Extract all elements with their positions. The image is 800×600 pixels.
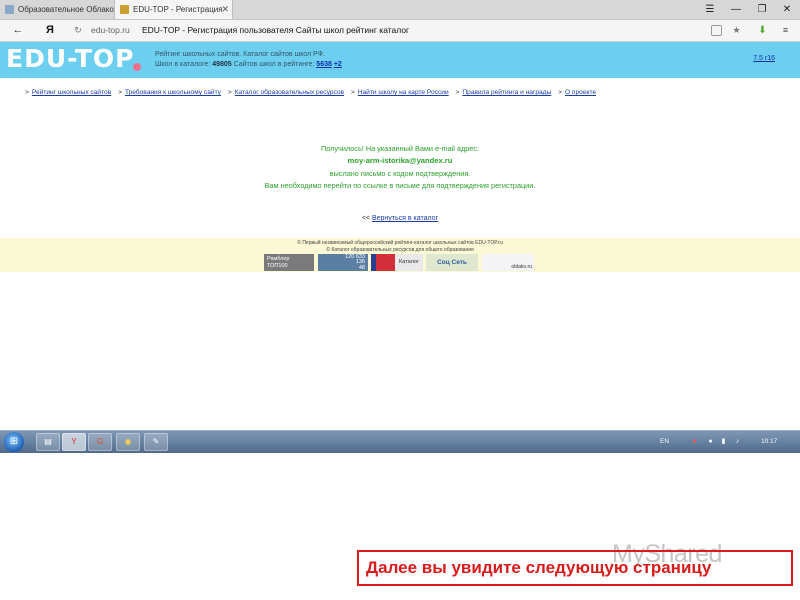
close-icon[interactable]: ✕ [774, 0, 800, 19]
yandex-browser-icon[interactable]: Y [62, 433, 86, 451]
catalog-badge[interactable]: Каталог [395, 254, 423, 271]
nav-separator: > [350, 89, 355, 96]
nav-separator: > [227, 89, 232, 96]
success-message: Получилось! На указанный Вами e-mail адр… [320, 144, 480, 153]
stats-label-rating: Сайтов школ в рейтинге: [231, 61, 317, 68]
url-title[interactable]: EDU-TOP - Регистрация пользователя Сайты… [142, 20, 409, 41]
nav-map-link[interactable]: Найти школу на карте России [358, 89, 449, 96]
header-stats: Школ в каталоге: 49805 Сайтов школ в рей… [155, 61, 342, 68]
reader-mode-icon[interactable] [711, 25, 722, 36]
footer-catalog-note: © Каталог образовательных ресурсов для о… [326, 247, 474, 253]
schools-in-catalog: 49805 [212, 61, 232, 68]
address-bar: ← Я ↻ edu-top.ru EDU-TOP - Регистрация п… [0, 20, 800, 42]
clock[interactable]: 10:17 [761, 431, 777, 453]
refresh-icon[interactable]: ↻ [68, 20, 88, 41]
oblako-badge[interactable]: oblako.ru [482, 254, 534, 271]
instruction-message: Вам необходимо перейти по ссылке в письм… [264, 181, 536, 190]
nav-separator: > [25, 89, 29, 96]
media-icon[interactable]: ◉ [116, 433, 140, 451]
restore-icon[interactable]: ❐ [749, 0, 775, 19]
tab-edu-top[interactable]: EDU-TOP - Регистрация ✕ [115, 0, 233, 19]
logo-dot-icon [133, 63, 141, 71]
yandex-button[interactable]: Я [40, 20, 60, 41]
nav-separator: > [118, 89, 122, 96]
antivirus-tray-icon[interactable]: ● [690, 437, 699, 446]
menu-icon[interactable]: ≡ [780, 25, 791, 36]
download-icon[interactable]: ⬇ [757, 25, 768, 36]
red-counter-badge[interactable] [371, 254, 395, 271]
star-icon[interactable]: ★ [731, 25, 742, 36]
email-address: moy-arm-istorika@yandex.ru [347, 156, 453, 165]
liveinternet-counter-badge[interactable]: 120 633 136 48 [318, 254, 368, 271]
minimize-icon[interactable]: — [723, 0, 749, 19]
counter-online: 48 [358, 264, 365, 271]
windows-start-icon[interactable]: ⊞ [4, 432, 24, 452]
hamburger-icon[interactable]: ☰ [697, 0, 723, 19]
tray-dot-icon[interactable]: ● [706, 437, 715, 446]
favicon-icon [5, 5, 14, 14]
nav-about-link[interactable]: О проекте [565, 89, 596, 96]
sent-message: выслано письмо с кодом подтверждения. [329, 169, 471, 178]
network-icon[interactable]: ▮ [719, 437, 728, 446]
nav-separator: > [455, 89, 460, 96]
favicon-icon [120, 5, 129, 14]
windows-taskbar: ⊞ ▤ Y G ◉ ✎ EN ● ● ▮ ♪ 10:17 [0, 430, 800, 453]
site-footer: © Первый независимый общероссийский рейт… [0, 238, 800, 272]
badge-stripe [371, 254, 376, 271]
site-nav: > Рейтинг школьных сайтов > Требования к ш… [25, 89, 596, 96]
back-prefix: << [361, 215, 372, 222]
tab-title: Образовательное Облако [18, 5, 114, 14]
nav-separator: > [558, 89, 562, 96]
tab-obrazovatelnoe-oblako[interactable]: Образовательное Облако [0, 0, 115, 19]
nav-rating-link[interactable]: Рейтинг школьных сайтов [32, 89, 111, 96]
url-domain[interactable]: edu-top.ru [91, 20, 130, 41]
rambler-top100-badge[interactable]: Рамблер ТОП100 [264, 254, 314, 271]
caption-box: Далее вы увидите следующую страницу [357, 550, 793, 586]
version-link[interactable]: 7.5 r16 [753, 55, 775, 62]
nav-rules-link[interactable]: Правила рейтинга и награды [462, 89, 551, 96]
tab-close-icon[interactable]: ✕ [221, 0, 229, 19]
explorer-icon[interactable]: ▤ [36, 433, 60, 451]
back-arrow-icon[interactable]: ← [8, 20, 28, 41]
schools-in-rating-link[interactable]: 5638 [316, 61, 332, 68]
tab-title: EDU-TOP - Регистрация [133, 5, 223, 14]
stats-label-catalog: Школ в каталоге: [155, 61, 213, 68]
browser-tab-bar: Образовательное Облако EDU-TOP - Регистр… [0, 0, 800, 20]
volume-icon[interactable]: ♪ [733, 437, 742, 446]
language-indicator[interactable]: EN [660, 431, 669, 453]
notepad-icon[interactable]: ✎ [144, 433, 168, 451]
nav-catalog-link[interactable]: Каталог образовательных ресурсов [235, 89, 344, 96]
back-to-catalog-link[interactable]: Вернуться в каталог [372, 215, 438, 222]
nav-requirements-link[interactable]: Требования к школьному сайту [125, 89, 221, 96]
back-to-catalog: << Вернуться в каталог [0, 215, 800, 222]
rambler-sublabel: ТОП100 [267, 262, 288, 269]
header-tagline: Рейтинг школьных сайтов. Каталог сайтов … [155, 51, 325, 58]
site-logo[interactable]: EDU-TOP [6, 44, 134, 73]
rating-delta-link[interactable]: +2 [334, 61, 342, 68]
site-header: EDU-TOP Рейтинг школьных сайтов. Каталог… [0, 42, 800, 78]
social-network-badge[interactable]: Соц Сеть [426, 254, 478, 271]
chrome-icon[interactable]: G [88, 433, 112, 451]
footer-copyright: © Первый независимый общероссийский рейт… [297, 240, 503, 246]
